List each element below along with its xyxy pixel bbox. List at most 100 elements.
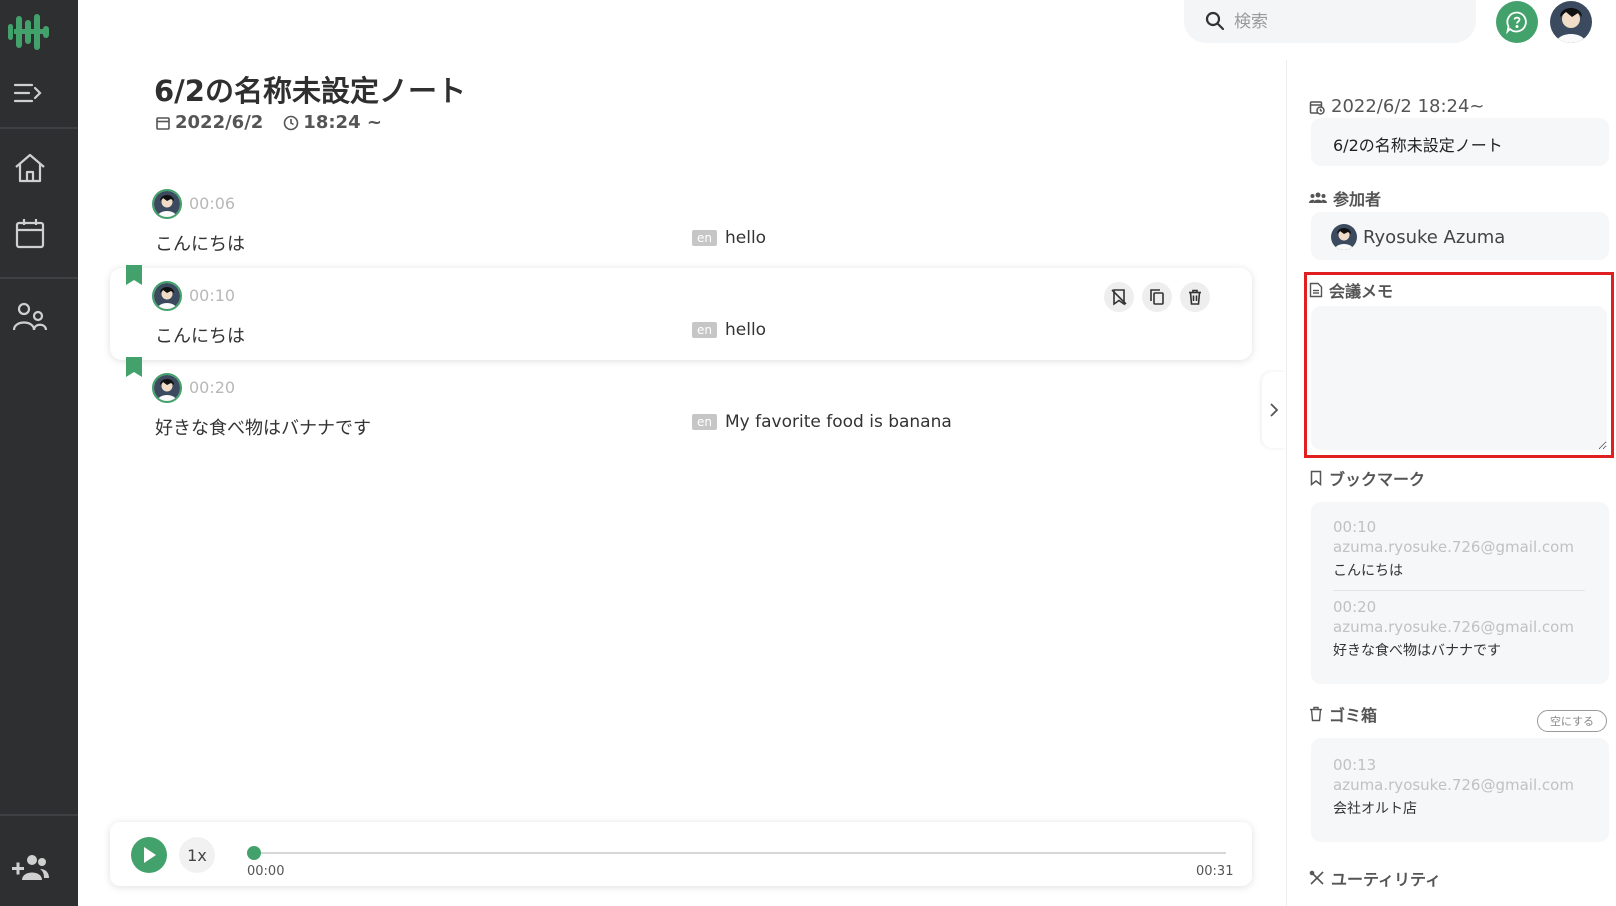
participants-icon (1309, 192, 1327, 203)
note-details-panel: 2022/6/2 18:24~ 6/2の名称未設定ノート 参加者 Ryosuke… (1286, 60, 1616, 906)
page-title: 6/2の名称未設定ノート (154, 74, 466, 108)
translation: en hello (692, 228, 766, 248)
trash-time: 00:13 (1333, 756, 1377, 774)
bookmarks-label: ブックマーク (1329, 470, 1426, 489)
search-icon (1204, 10, 1226, 32)
note-date-value: 2022/6/2 (175, 112, 264, 133)
bookmark-flag-icon[interactable] (126, 357, 142, 379)
participants-label: 参加者 (1333, 190, 1382, 209)
bookmark-text: 好きな食べ物はバナナです (1333, 643, 1501, 659)
tools-icon (1309, 870, 1324, 885)
note-time-value: 18:24 ~ (303, 112, 382, 133)
translation-text: hello (725, 320, 767, 340)
trash-card: 00:13 azuma.ryosuke.726@gmail.com 会社オルト店 (1311, 738, 1609, 842)
transcript-time[interactable]: 00:20 (189, 378, 235, 397)
transcript-row[interactable]: 00:06 こんにちは en hello (110, 176, 1252, 268)
title-value: 6/2の名称未設定ノート (1333, 136, 1503, 155)
transcript-row[interactable]: 00:10 こんにちは en hello (110, 265, 1252, 360)
bookmark-item[interactable]: 00:10 azuma.ryosuke.726@gmail.com こんにちは (1333, 518, 1574, 580)
audio-player: 1x 00:00 00:31 (110, 822, 1252, 886)
transcript-text: 好きな食べ物はバナナです (155, 418, 371, 439)
chevron-right-icon (1270, 403, 1279, 417)
bookmark-text: こんにちは (1333, 563, 1403, 579)
lang-badge: en (692, 230, 717, 246)
translation: en hello (692, 320, 766, 340)
clock-icon (283, 115, 299, 130)
trash-icon (1310, 706, 1322, 722)
trash-icon (1189, 289, 1201, 305)
transcript-time[interactable]: 00:06 (189, 194, 235, 213)
panel-datetime-value: 2022/6/2 18:24~ (1331, 96, 1485, 117)
menu-expand-icon[interactable] (12, 80, 46, 106)
waveform-logo-icon[interactable] (4, 10, 54, 54)
calendar-icon (156, 116, 170, 130)
calendar-clock-icon (1309, 100, 1325, 115)
speaker-avatar (152, 281, 182, 311)
transcript-text: こんにちは (155, 234, 245, 255)
bookmark-icon (1310, 470, 1322, 486)
play-icon (144, 847, 156, 863)
utility-header: ユーティリティ (1309, 866, 1441, 890)
transcript-row[interactable]: 00:20 好きな食べ物はバナナです en My favorite food i… (110, 357, 1252, 452)
translation-text: hello (725, 228, 767, 248)
participant-chip[interactable]: Ryosuke Azuma (1331, 224, 1505, 250)
panel-datetime: 2022/6/2 18:24~ (1309, 96, 1485, 117)
memo-textarea[interactable] (1311, 306, 1607, 450)
playback-speed-button[interactable]: 1x (179, 837, 215, 873)
seek-bar[interactable] (254, 852, 1226, 854)
participant-avatar (1331, 224, 1357, 250)
note-date: 2022/6/2 (155, 112, 263, 133)
user-avatar[interactable] (1550, 1, 1592, 43)
chat-help-icon (1506, 11, 1527, 34)
people-icon[interactable] (10, 298, 50, 338)
sidebar (0, 0, 78, 906)
note-meta: 2022/6/2 18:24 ~ (155, 112, 382, 133)
seek-handle[interactable] (247, 846, 261, 860)
transcript-text: こんにちは (155, 326, 245, 347)
remove-bookmark-button[interactable] (1104, 282, 1134, 312)
copy-icon (1150, 289, 1164, 305)
bookmark-email: azuma.ryosuke.726@gmail.com (1333, 618, 1574, 636)
participants-card: Ryosuke Azuma (1311, 212, 1609, 260)
sidebar-divider (0, 277, 78, 279)
bookmark-item[interactable]: 00:20 azuma.ryosuke.726@gmail.com 好きな食べ物… (1333, 598, 1574, 660)
panel-toggle-button[interactable] (1262, 372, 1286, 448)
delete-button[interactable] (1180, 282, 1210, 312)
utility-label: ユーティリティ (1331, 870, 1442, 889)
trash-header: ゴミ箱 (1309, 702, 1377, 726)
help-chat-button[interactable] (1496, 1, 1538, 43)
search-input[interactable] (1234, 9, 1454, 35)
duration: 00:31 (1196, 864, 1234, 879)
bookmarks-header: ブックマーク (1309, 466, 1425, 490)
trash-item[interactable]: 00:13 azuma.ryosuke.726@gmail.com 会社オルト店 (1333, 756, 1574, 818)
trash-label: ゴミ箱 (1329, 706, 1378, 725)
trash-text: 会社オルト店 (1333, 801, 1417, 817)
translation: en My favorite food is banana (692, 412, 952, 432)
bookmark-flag-icon[interactable] (126, 265, 142, 287)
empty-trash-button[interactable]: 空にする (1537, 710, 1607, 732)
bookmark-off-icon (1111, 289, 1127, 306)
translation-text: My favorite food is banana (725, 412, 952, 432)
copy-button[interactable] (1142, 282, 1172, 312)
calendar-icon[interactable] (10, 213, 50, 253)
speaker-avatar (152, 189, 182, 219)
participant-name: Ryosuke Azuma (1363, 226, 1506, 248)
sidebar-divider (0, 814, 78, 816)
bookmarks-card: 00:10 azuma.ryosuke.726@gmail.com こんにちは … (1311, 502, 1609, 684)
bookmark-divider (1333, 590, 1585, 591)
play-button[interactable] (131, 837, 167, 873)
bookmark-email: azuma.ryosuke.726@gmail.com (1333, 538, 1574, 556)
trash-email: azuma.ryosuke.726@gmail.com (1333, 776, 1574, 794)
bookmark-time: 00:20 (1333, 598, 1377, 616)
lang-badge: en (692, 322, 717, 338)
home-icon[interactable] (10, 148, 50, 188)
title-field[interactable]: 6/2の名称未設定ノート (1311, 118, 1609, 166)
search-bar (1184, 0, 1476, 43)
sidebar-divider (0, 127, 78, 129)
note-time: 18:24 ~ (283, 112, 382, 133)
lang-badge: en (692, 414, 717, 430)
bookmark-time: 00:10 (1333, 518, 1377, 536)
add-user-icon[interactable] (10, 848, 50, 888)
transcript-time[interactable]: 00:10 (189, 286, 235, 305)
participants-header: 参加者 (1309, 186, 1381, 210)
